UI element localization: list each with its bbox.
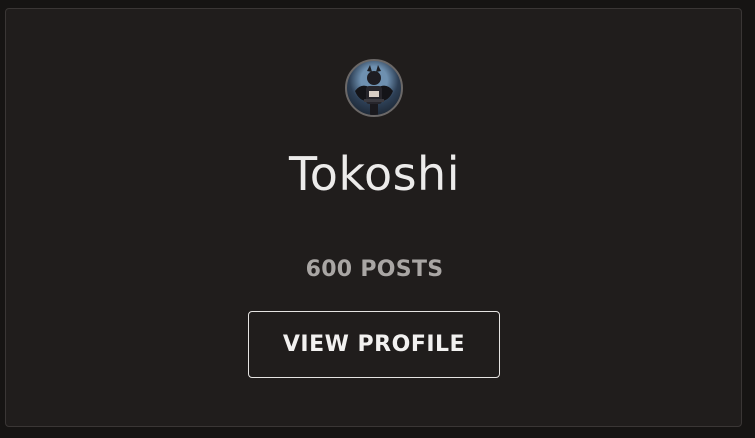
avatar[interactable] [345, 59, 403, 117]
view-profile-button[interactable]: VIEW PROFILE [248, 311, 500, 378]
profile-name: Tokoshi [289, 147, 460, 201]
post-count: 600 POSTS [305, 257, 444, 282]
profile-card: Tokoshi 600 POSTS VIEW PROFILE [5, 8, 742, 427]
avatar-image [355, 65, 393, 115]
